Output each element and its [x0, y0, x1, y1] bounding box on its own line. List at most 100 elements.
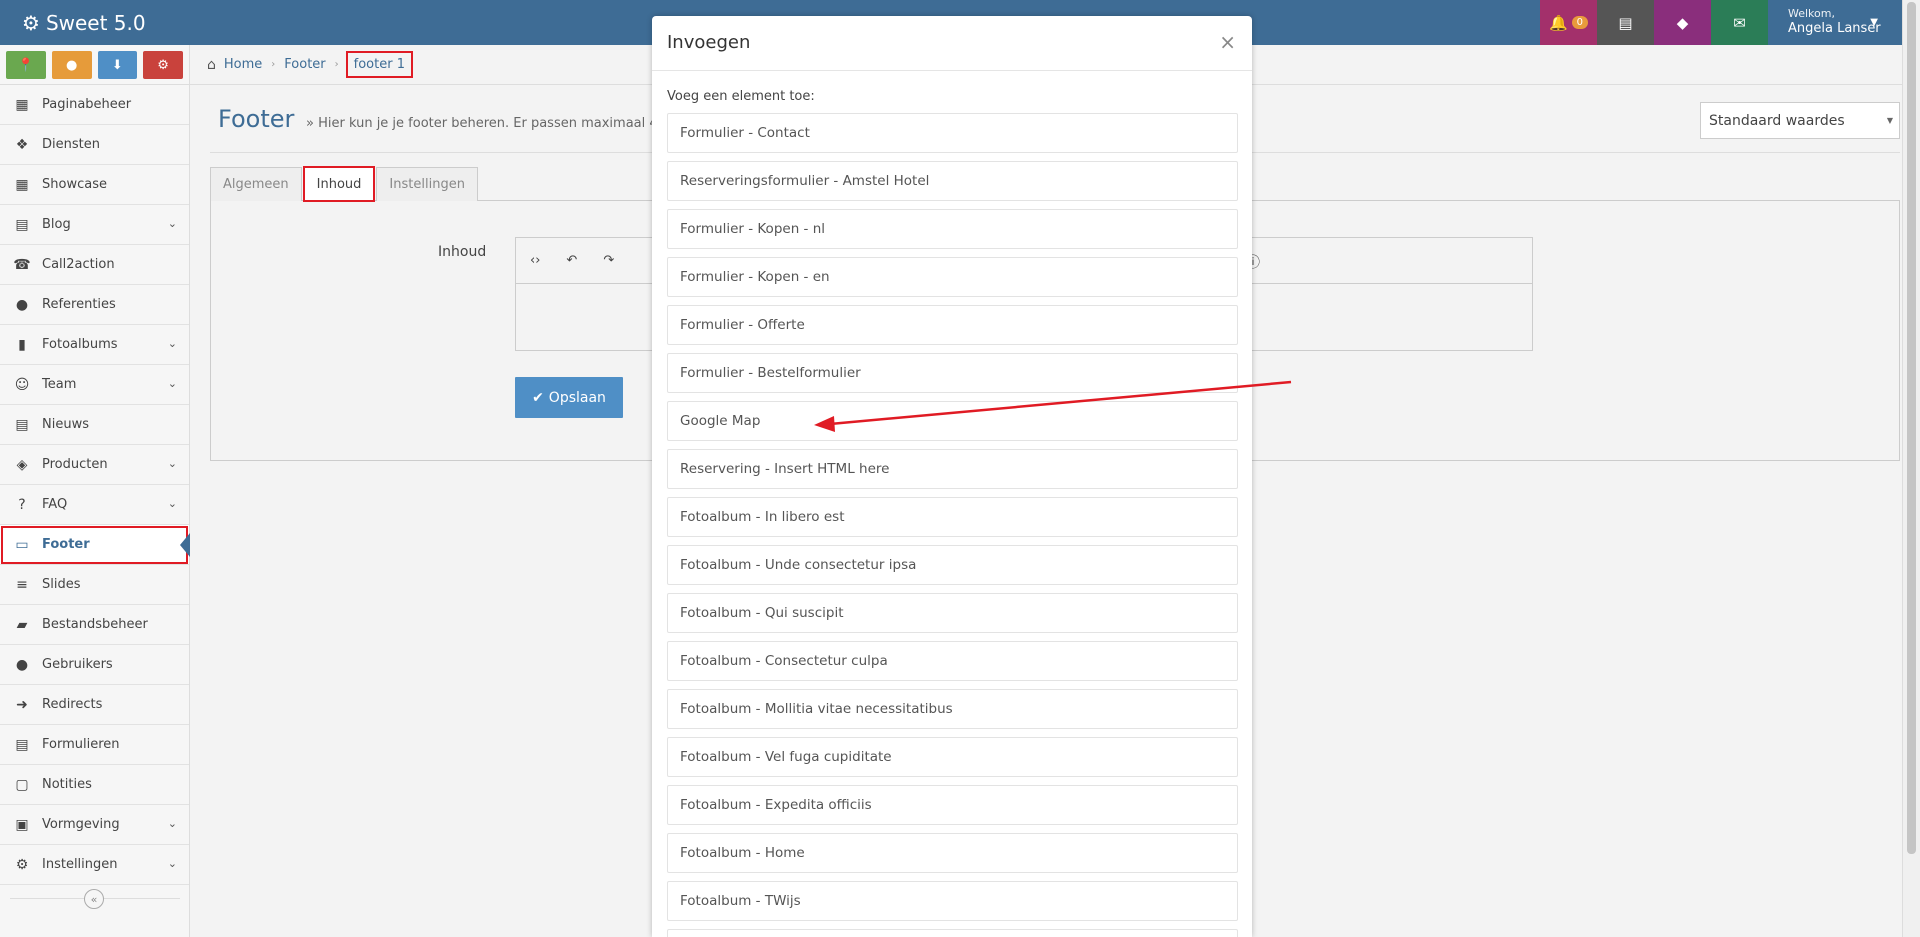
element-list-item[interactable]: Formulier - Kopen - en	[667, 257, 1238, 297]
sidebar-item-notities[interactable]: ▢ Notities	[0, 765, 189, 805]
comments-icon: ●	[15, 296, 29, 313]
element-list: Formulier - Contact Reserveringsformulier…	[667, 113, 1238, 937]
code-view-icon[interactable]: ‹›	[530, 253, 540, 268]
element-list-item[interactable]: Fotoalbum - Qui suscipit	[667, 593, 1238, 633]
breadcrumb-footer[interactable]: Footer	[284, 57, 325, 72]
save-label: Opslaan	[548, 389, 606, 406]
sidebar-item-showcase[interactable]: ▦ Showcase	[0, 165, 189, 205]
cogs-icon: ⚙	[22, 10, 40, 35]
chevron-down-icon: ⌄	[167, 857, 177, 870]
element-list-item[interactable]: Formulier - Contact	[667, 113, 1238, 153]
sidebar-item-redirects[interactable]: ➜ Redirects	[0, 685, 189, 725]
defaults-select[interactable]: Standaard waardes ▼	[1700, 102, 1900, 139]
user-icon: ●	[65, 57, 78, 73]
element-list-item[interactable]: Fotoalbum - In libero est	[667, 497, 1238, 537]
double-chevron-left-icon: «	[90, 892, 98, 906]
close-icon[interactable]: ×	[1219, 30, 1236, 54]
sidebar-item-label: Redirects	[42, 697, 103, 712]
element-list-item[interactable]: Fotoalbum - Unde consectetur ipsa	[667, 545, 1238, 585]
breadcrumb-home[interactable]: Home	[224, 57, 262, 72]
sidebar-item-blog[interactable]: ▤ Blog ⌄	[0, 205, 189, 245]
check-icon: ✔	[532, 389, 544, 406]
home-icon: ⌂	[207, 56, 216, 73]
content-label: Inhoud	[438, 244, 487, 260]
tab-instellingen[interactable]: Instellingen	[376, 167, 478, 201]
note-icon: ▢	[15, 776, 29, 793]
newspaper-icon: ▤	[15, 416, 29, 433]
element-list-item[interactable]: Formulier - Kopen - nl	[667, 209, 1238, 249]
sidebar-item-diensten[interactable]: ❖ Diensten	[0, 125, 189, 165]
form-icon: ▤	[15, 736, 29, 753]
window-icon: ▭	[15, 536, 29, 553]
app-brand[interactable]: ⚙ Sweet 5.0	[22, 0, 146, 45]
sidebar-item-fotoalbums[interactable]: ▮ Fotoalbums ⌄	[0, 325, 189, 365]
redo-icon[interactable]: ↷	[603, 253, 614, 268]
sidebar-item-label: Slides	[42, 577, 81, 592]
sidebar-item-producten[interactable]: ◈ Producten ⌄	[0, 445, 189, 485]
element-list-item[interactable]: Fotoalbum - Vel fuga cupiditate	[667, 737, 1238, 777]
save-button[interactable]: ✔ Opslaan	[515, 377, 623, 418]
sidebar-item-label: Diensten	[42, 137, 100, 152]
sidebar-item-formulieren[interactable]: ▤ Formulieren	[0, 725, 189, 765]
element-list-item[interactable]: Fotoalbum - TWijs	[667, 881, 1238, 921]
sidebar: 📍 ● ⬇ ⚙ ▦ Paginabeheer ❖ Diensten ▦ Showcase ▤…	[0, 45, 190, 937]
element-list-item[interactable]: Reserveringsformulier - Amstel Hotel	[667, 161, 1238, 201]
chevron-down-icon: ⌄	[167, 457, 177, 470]
map-marker-button[interactable]: 📍	[6, 51, 46, 79]
diamond-icon: ◆	[1676, 13, 1689, 32]
settings-button[interactable]: ⚙	[143, 51, 183, 79]
sidebar-item-label: Bestandsbeheer	[42, 617, 148, 632]
mail-button[interactable]: ✉	[1711, 0, 1768, 45]
download-button[interactable]: ⬇	[97, 51, 138, 79]
notifications-button[interactable]: 🔔 0	[1540, 0, 1597, 45]
element-list-item[interactable]: Fotoalbum - Consectetur culpa	[667, 641, 1238, 681]
sidebar-item-vormgeving[interactable]: ▣ Vormgeving ⌄	[0, 805, 189, 845]
app-title: Sweet 5.0	[45, 10, 146, 35]
sliders-icon: ≡	[16, 576, 28, 593]
element-list-item[interactable]: Fotoalbum - Expedita officiis	[667, 785, 1238, 825]
server-button[interactable]: ▤	[1597, 0, 1654, 45]
sidebar-item-team[interactable]: ☺ Team ⌄	[0, 365, 189, 405]
cogs-icon: ⚙	[157, 57, 169, 73]
collapse-sidebar-button[interactable]: «	[84, 889, 104, 909]
user-button[interactable]: ●	[51, 51, 92, 79]
sidebar-item-faq[interactable]: ? FAQ ⌄	[0, 485, 189, 525]
element-list-item[interactable]: Formulier - Bestelformulier	[667, 353, 1238, 393]
page-title: Footer » Hier kun je je footer beheren. …	[218, 105, 666, 133]
sidebar-item-label: Producten	[42, 457, 108, 472]
element-list-item[interactable]	[667, 929, 1238, 937]
element-list-item[interactable]: Reservering - Insert HTML here	[667, 449, 1238, 489]
element-list-item[interactable]: Fotoalbum - Mollitia vitae necessitatibu…	[667, 689, 1238, 729]
undo-icon[interactable]: ↶	[566, 253, 577, 268]
sidebar-item-call2action[interactable]: ☎ Call2action	[0, 245, 189, 285]
scrollbar-thumb[interactable]	[1907, 2, 1916, 854]
page-scrollbar[interactable]	[1902, 0, 1920, 937]
user-menu[interactable]: Welkom, Angela Lanser ▼	[1768, 0, 1884, 45]
page-title-text: Footer	[218, 105, 295, 133]
element-list-item[interactable]: Formulier - Offerte	[667, 305, 1238, 345]
sidebar-item-label: Blog	[42, 217, 71, 232]
tabs: Algemeen Inhoud Instellingen	[210, 166, 480, 202]
sidebar-item-nieuws[interactable]: ▤ Nieuws	[0, 405, 189, 445]
element-list-item[interactable]: Fotoalbum - Home	[667, 833, 1238, 873]
redirect-icon: ➜	[16, 696, 28, 713]
sidebar-item-paginabeheer[interactable]: ▦ Paginabeheer	[0, 85, 189, 125]
grid-icon: ▦	[15, 176, 29, 193]
sidebar-item-instellingen[interactable]: ⚙ Instellingen ⌄	[0, 845, 189, 885]
sidebar-item-gebruikers[interactable]: ● Gebruikers	[0, 645, 189, 685]
diamond-button[interactable]: ◆	[1654, 0, 1711, 45]
sidebar-item-footer[interactable]: ▭ Footer	[0, 525, 190, 565]
tab-inhoud[interactable]: Inhoud	[302, 166, 376, 202]
tab-algemeen[interactable]: Algemeen	[210, 167, 302, 201]
sidebar-item-slides[interactable]: ≡ Slides	[0, 565, 189, 605]
breadcrumb-separator: ›	[334, 59, 339, 70]
phone-icon: ☎	[13, 256, 31, 273]
sidebar-item-bestandsbeheer[interactable]: ▰ Bestandsbeheer	[0, 605, 189, 645]
breadcrumb-current: footer 1	[345, 51, 413, 78]
folder-icon: ▰	[16, 616, 28, 633]
sidebar-item-label: Notities	[42, 777, 92, 792]
element-list-item[interactable]: Google Map	[667, 401, 1238, 441]
quick-buttons: 📍 ● ⬇ ⚙	[0, 45, 189, 85]
download-icon: ⬇	[111, 57, 123, 73]
sidebar-item-referenties[interactable]: ● Referenties	[0, 285, 189, 325]
